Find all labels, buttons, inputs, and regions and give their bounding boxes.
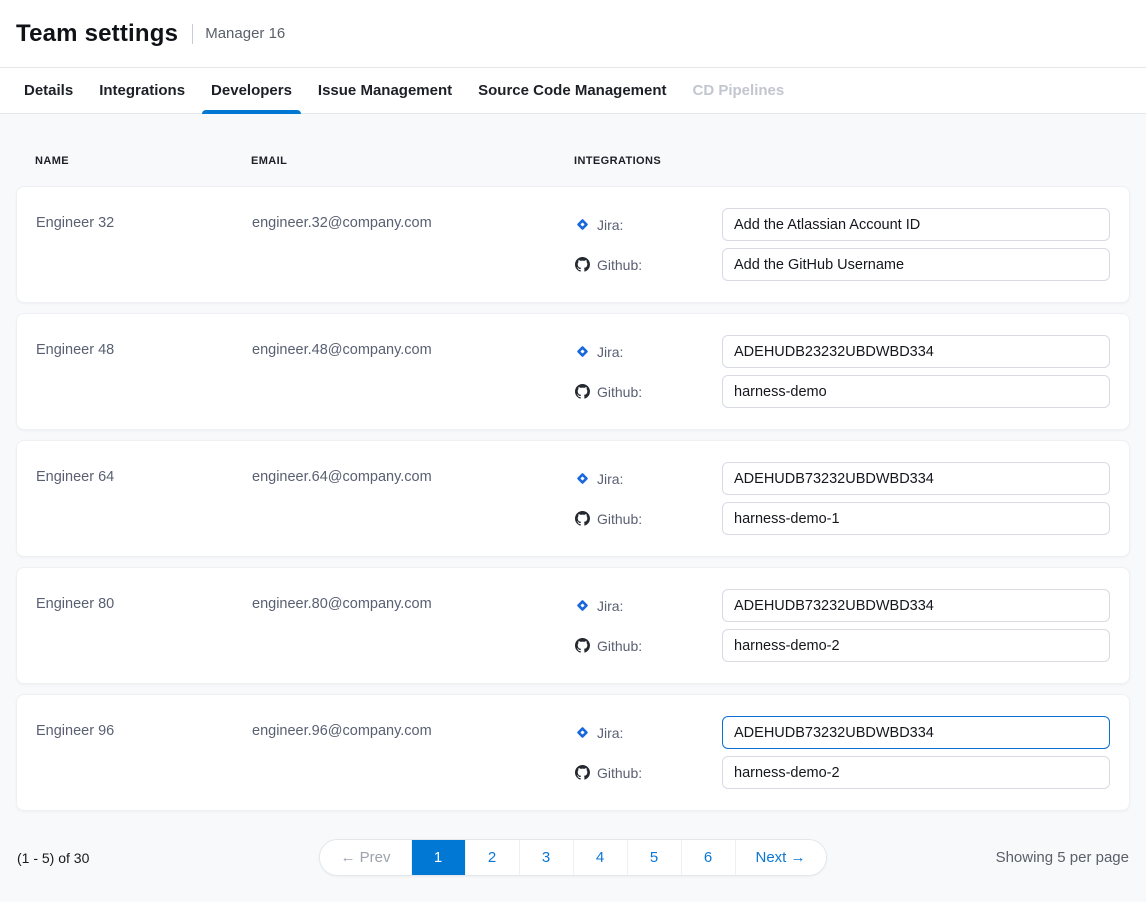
developer-name: Engineer 96 [36,716,252,789]
developer-name: Engineer 48 [36,335,252,408]
jira-line: Jira: [575,589,1110,622]
github-label-wrap: Github: [575,384,722,400]
page-subtitle: Manager 16 [205,25,285,42]
integrations-cell: Jira: Github: [575,335,1110,408]
jira-label-wrap: Jira: [575,217,722,233]
page-button-4[interactable]: 4 [573,840,627,875]
github-line: Github: [575,756,1110,789]
jira-icon [575,471,590,486]
tab-integrations[interactable]: Integrations [99,68,185,113]
github-input[interactable] [722,629,1110,662]
jira-icon [575,725,590,740]
developer-email: engineer.80@company.com [252,589,575,662]
jira-line: Jira: [575,462,1110,495]
title-divider [192,24,193,44]
jira-input[interactable] [722,462,1110,495]
developers-table: NAME EMAIL INTEGRATIONS Engineer 32 engi… [0,114,1146,902]
column-header-integrations: INTEGRATIONS [574,155,1111,167]
github-icon [575,638,590,653]
developer-name: Engineer 64 [36,462,252,535]
github-icon [575,384,590,399]
github-icon [575,765,590,780]
pagination-range: (1 - 5) of 30 [17,850,319,866]
developer-name: Engineer 32 [36,208,252,281]
jira-label: Jira: [597,471,623,487]
table-row: Engineer 32 engineer.32@company.com Jira… [16,186,1130,303]
tab-issue-management[interactable]: Issue Management [318,68,452,113]
tab-source-code-management[interactable]: Source Code Management [478,68,666,113]
column-header-email: EMAIL [251,155,574,167]
github-line: Github: [575,375,1110,408]
jira-label: Jira: [597,217,623,233]
page-button-3[interactable]: 3 [519,840,573,875]
jira-input[interactable] [722,335,1110,368]
jira-icon [575,217,590,232]
jira-label-wrap: Jira: [575,598,722,614]
github-label: Github: [597,257,642,273]
integrations-cell: Jira: Github: [575,589,1110,662]
pager: ← Prev 1 2 3 4 5 6 Next → [319,839,826,876]
next-page-button[interactable]: Next → [735,840,826,875]
integrations-cell: Jira: Github: [575,208,1110,281]
page-button-1[interactable]: 1 [411,840,465,875]
github-label-wrap: Github: [575,257,722,273]
github-icon [575,511,590,526]
github-input[interactable] [722,756,1110,789]
jira-line: Jira: [575,716,1110,749]
pagination-bar: (1 - 5) of 30 ← Prev 1 2 3 4 5 6 Next → … [16,839,1130,876]
jira-input[interactable] [722,589,1110,622]
github-label: Github: [597,638,642,654]
jira-icon [575,598,590,613]
developer-email: engineer.64@company.com [252,462,575,535]
developer-email: engineer.96@company.com [252,716,575,789]
jira-line: Jira: [575,335,1110,368]
integrations-cell: Jira: Github: [575,462,1110,535]
github-line: Github: [575,502,1110,535]
github-input[interactable] [722,248,1110,281]
developer-email: engineer.48@company.com [252,335,575,408]
github-line: Github: [575,629,1110,662]
jira-label-wrap: Jira: [575,725,722,741]
github-label: Github: [597,511,642,527]
github-label: Github: [597,384,642,400]
jira-label-wrap: Jira: [575,471,722,487]
jira-label: Jira: [597,598,623,614]
table-header-row: NAME EMAIL INTEGRATIONS [16,114,1130,186]
tab-developers[interactable]: Developers [211,68,292,113]
github-input[interactable] [722,502,1110,535]
integrations-cell: Jira: Github: [575,716,1110,789]
page-button-2[interactable]: 2 [465,840,519,875]
per-page-label: Showing 5 per page [827,849,1129,866]
column-header-name: NAME [35,155,251,167]
github-label-wrap: Github: [575,765,722,781]
table-row: Engineer 64 engineer.64@company.com Jira… [16,440,1130,557]
table-row: Engineer 48 engineer.48@company.com Jira… [16,313,1130,430]
jira-input-focused[interactable] [722,716,1110,749]
developer-email: engineer.32@company.com [252,208,575,281]
page-header: Team settings Manager 16 [0,0,1146,67]
tab-cd-pipelines: CD Pipelines [693,68,785,113]
github-label-wrap: Github: [575,638,722,654]
jira-label: Jira: [597,725,623,741]
page-button-6[interactable]: 6 [681,840,735,875]
jira-label: Jira: [597,344,623,360]
jira-line: Jira: [575,208,1110,241]
jira-icon [575,344,590,359]
github-icon [575,257,590,272]
developer-name: Engineer 80 [36,589,252,662]
jira-label-wrap: Jira: [575,344,722,360]
page-title: Team settings [16,20,178,48]
prev-page-button[interactable]: ← Prev [320,840,410,875]
page-button-5[interactable]: 5 [627,840,681,875]
github-line: Github: [575,248,1110,281]
github-label: Github: [597,765,642,781]
jira-input[interactable] [722,208,1110,241]
tab-bar: Details Integrations Developers Issue Ma… [0,67,1146,114]
tab-details[interactable]: Details [24,68,73,113]
github-label-wrap: Github: [575,511,722,527]
table-row: Engineer 80 engineer.80@company.com Jira… [16,567,1130,684]
table-row: Engineer 96 engineer.96@company.com Jira… [16,694,1130,811]
github-input[interactable] [722,375,1110,408]
